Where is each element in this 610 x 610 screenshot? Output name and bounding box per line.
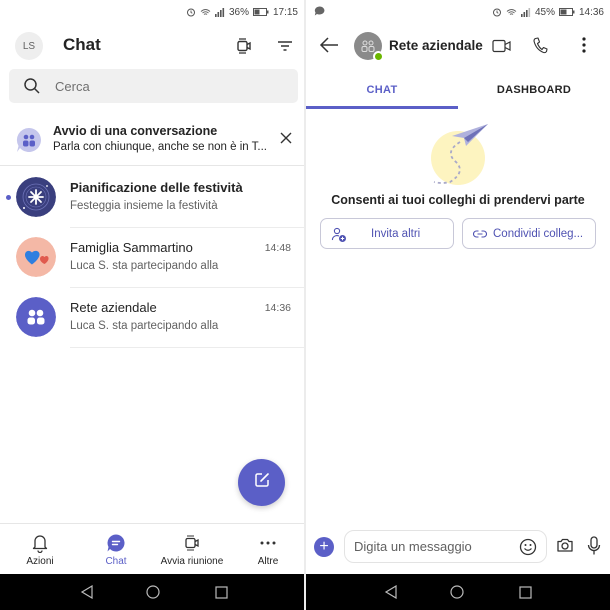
invite-others-button[interactable]: Invita altri (320, 218, 454, 249)
chat-tabs: CHAT DASHBOARD (306, 72, 610, 110)
add-person-icon (331, 227, 347, 246)
share-link-button[interactable]: Condividi colleg... (462, 218, 596, 249)
presence-available-icon (373, 51, 384, 62)
bottom-navigation: Azioni Chat Avvia riunione Altre (0, 523, 304, 573)
meet-now-icon[interactable] (234, 36, 254, 56)
chat-title[interactable]: Rete aziendale (389, 38, 483, 53)
tab-dashboard[interactable]: DASHBOARD (458, 72, 610, 108)
home-circle-icon[interactable] (144, 583, 162, 601)
alarm-icon (492, 7, 502, 17)
chat-icon (106, 533, 126, 553)
profile-avatar[interactable]: LS (15, 32, 43, 60)
microphone-icon[interactable] (587, 536, 601, 561)
chat-preview: Luca S. sta partecipando alla (70, 320, 219, 332)
holiday-avatar-icon (16, 177, 56, 217)
nav-label: Avvia riunione (160, 556, 224, 567)
meet-icon (184, 533, 200, 553)
recents-square-icon[interactable] (212, 583, 230, 601)
alarm-icon (186, 7, 196, 17)
chat-time: 14:36 (264, 302, 291, 314)
compose-icon (253, 471, 271, 494)
battery-percent: 36% (228, 6, 249, 18)
tab-chat[interactable]: CHAT (306, 72, 458, 108)
recents-square-icon[interactable] (516, 583, 534, 601)
battery-percent: 45% (534, 6, 555, 18)
chat-preview: Festeggia insieme la festività (70, 200, 218, 212)
system-navigation-bar (0, 574, 304, 610)
nav-label: Azioni (26, 556, 54, 567)
empty-state-title: Consenti ai tuoi colleghi di prendervi p… (331, 193, 585, 207)
nav-item-altre[interactable]: Altre (248, 524, 288, 574)
status-bar: 36% 17:15 (0, 0, 304, 24)
banner-subtitle: Parla con chiunque, anche se non è in T.… (53, 141, 267, 153)
new-chat-button[interactable] (238, 459, 285, 506)
search-input[interactable] (55, 69, 275, 103)
plus-icon: + (319, 538, 329, 555)
more-icon (260, 533, 276, 553)
nav-label: Altre (257, 556, 279, 567)
chat-name: Rete aziendale (70, 300, 157, 315)
page-title: Chat (63, 35, 101, 54)
filter-icon[interactable] (275, 36, 295, 56)
row-divider (70, 347, 304, 348)
active-tab-indicator (306, 106, 458, 109)
banner-title: Avvio di una conversazione (53, 124, 218, 138)
chat-list-item[interactable]: Rete aziendale 14:36 Luca S. sta parteci… (0, 288, 304, 348)
search-bar[interactable] (9, 69, 298, 103)
chat-name: Famiglia Sammartino (70, 240, 193, 255)
group-chat-screen: 45% 14:36 Rete aziendale CHAT DASHBOARD … (306, 0, 610, 610)
chat-time: 14:48 (264, 242, 291, 254)
add-attachment-button[interactable]: + (314, 537, 334, 557)
signal-icon (520, 7, 531, 17)
close-icon[interactable] (278, 130, 294, 146)
message-box[interactable] (344, 530, 547, 563)
camera-icon[interactable] (556, 537, 574, 558)
phone-call-icon[interactable] (532, 37, 548, 59)
emoji-icon[interactable] (519, 538, 537, 561)
clock: 14:36 (578, 6, 604, 18)
more-vertical-icon[interactable] (582, 37, 586, 58)
nav-item-azioni[interactable]: Azioni (16, 524, 64, 574)
invite-label: Invita altri (371, 228, 421, 240)
wifi-icon (506, 8, 517, 17)
wifi-icon (200, 8, 211, 17)
bell-icon (31, 533, 49, 553)
nav-item-chat[interactable]: Chat (96, 524, 136, 574)
app-header: LS Chat (0, 24, 304, 68)
video-call-icon[interactable] (492, 38, 512, 59)
chat-list-item[interactable]: Famiglia Sammartino 14:48 Luca S. sta pa… (0, 228, 304, 288)
chat-preview: Luca S. sta partecipando alla (70, 260, 219, 272)
search-icon (23, 77, 41, 100)
back-triangle-icon[interactable] (382, 583, 400, 601)
nav-label: Chat (105, 556, 127, 567)
battery-icon (252, 8, 269, 16)
status-bar: 45% 14:36 (306, 0, 610, 24)
home-circle-icon[interactable] (448, 583, 466, 601)
share-label: Condividi colleg... (493, 228, 584, 240)
chat-list-screen: 36% 17:15 LS Chat Avvio di una conversaz… (0, 0, 304, 610)
chat-list: Pianificazione delle festività Festeggia… (0, 168, 304, 348)
message-notification-icon (314, 6, 325, 19)
clock: 17:15 (272, 6, 298, 18)
nav-item-avvia-riunione[interactable]: Avvia riunione (156, 524, 228, 574)
back-triangle-icon[interactable] (78, 583, 96, 601)
chat-name: Pianificazione delle festività (70, 180, 243, 195)
system-navigation-bar (306, 574, 610, 610)
unread-indicator (6, 195, 11, 200)
paper-plane-illustration-icon (424, 120, 494, 190)
group-avatar-icon (16, 297, 56, 337)
people-chat-icon (15, 126, 43, 159)
back-arrow-icon[interactable] (318, 36, 340, 59)
message-composer: + (306, 529, 610, 565)
message-input[interactable] (354, 531, 504, 562)
chat-header: Rete aziendale (306, 24, 610, 68)
signal-icon (214, 7, 225, 17)
link-icon (473, 229, 487, 242)
start-conversation-banner[interactable]: Avvio di una conversazione Parla con chi… (0, 118, 304, 166)
battery-icon (558, 8, 575, 16)
chat-list-item[interactable]: Pianificazione delle festività Festeggia… (0, 168, 304, 228)
hearts-avatar-icon (16, 237, 56, 277)
